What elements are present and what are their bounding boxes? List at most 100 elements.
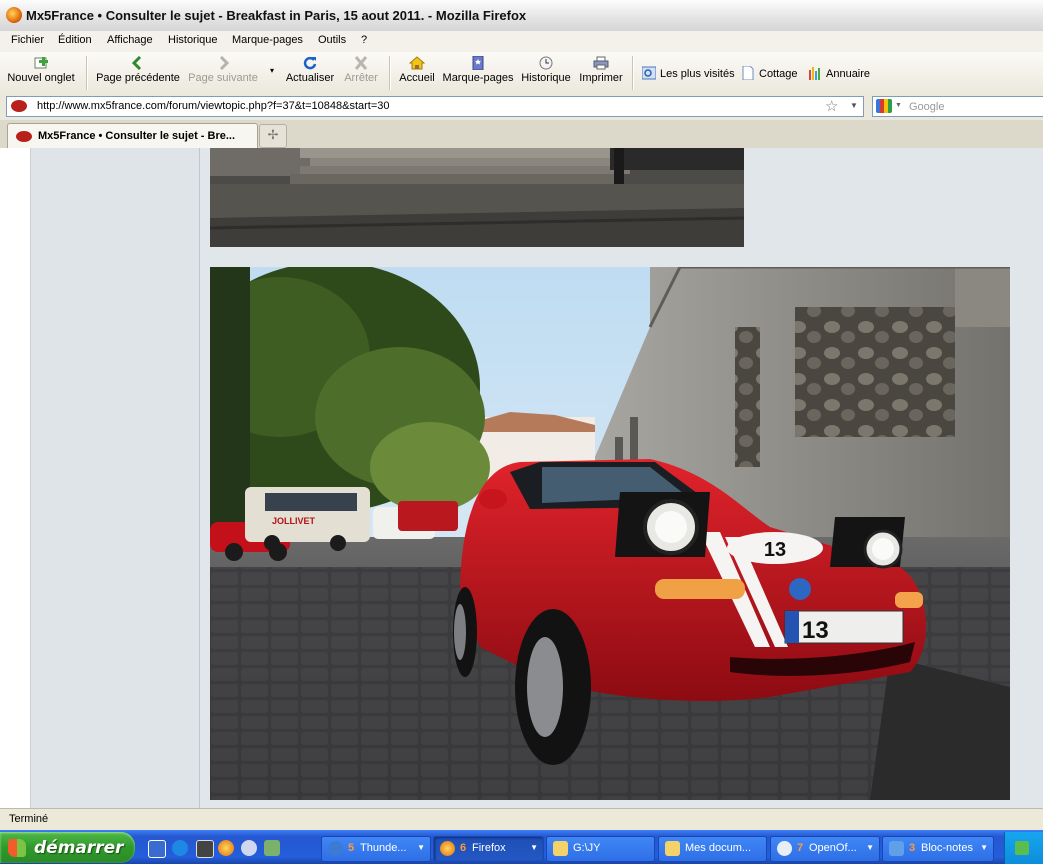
menu-help[interactable]: ? [361, 34, 367, 46]
bookmark-annuaire-label: Annuaire [826, 68, 871, 80]
home-button[interactable]: Accueil [398, 52, 436, 84]
tray-network-icon[interactable] [1015, 841, 1029, 855]
search-bar[interactable]: ▼ Google [872, 96, 1043, 117]
stop-label: Arrêter [344, 72, 378, 84]
menu-affichage[interactable]: Affichage [107, 34, 153, 46]
quicklaunch-media-icon[interactable] [196, 840, 214, 858]
reload-icon [303, 56, 317, 70]
navigation-toolbar: Nouvel onglet Page précédente Page suiva… [0, 52, 1043, 95]
thunderbird-icon [328, 841, 343, 856]
bookmarks-icon [472, 56, 484, 70]
windows-logo-icon [8, 839, 26, 857]
task-label: G:\JY [573, 842, 601, 854]
task-label: OpenOf... [809, 842, 857, 854]
history-button[interactable]: Historique [520, 52, 572, 84]
back-arrow-icon [131, 56, 142, 70]
task-group-arrow-icon: ▼ [417, 843, 425, 852]
history-dropdown-icon[interactable]: ▾ [268, 66, 276, 75]
task-thunderbird[interactable]: 5 Thunde... ▼ [321, 836, 431, 862]
firefox-icon [6, 7, 22, 23]
clock-icon [539, 56, 553, 70]
start-label: démarrer [34, 838, 124, 858]
task-folder-jy[interactable]: G:\JY [546, 836, 655, 862]
windows-taskbar: démarrer 5 Thunde... ▼ 6 Firefox ▼ G:\JY… [0, 830, 1043, 864]
page-content[interactable]: JOLLIVET 13 13 [0, 148, 1043, 808]
task-count: 3 [909, 842, 916, 854]
menu-outils[interactable]: Outils [318, 34, 346, 46]
stop-icon [354, 56, 368, 70]
task-firefox[interactable]: 6 Firefox ▼ [433, 836, 544, 862]
bookmark-most-visited[interactable]: Les plus visités [642, 66, 735, 80]
status-bar: Terminé [0, 808, 1043, 831]
annuaire-icon [809, 67, 820, 80]
tab-favicon [16, 131, 32, 142]
task-group-arrow-icon: ▼ [980, 843, 988, 852]
race-number: 13 [764, 539, 786, 561]
menu-historique[interactable]: Historique [168, 34, 218, 46]
task-group-arrow-icon: ▼ [866, 843, 874, 852]
search-input[interactable]: Google [909, 101, 944, 113]
star-bookmark-icon[interactable]: ☆ [825, 97, 838, 115]
new-tab-icon [34, 57, 48, 69]
back-label: Page précédente [96, 72, 180, 84]
menu-marque-pages[interactable]: Marque-pages [232, 34, 303, 46]
forward-button[interactable]: Page suivante [186, 52, 260, 84]
bookmarks-label: Marque-pages [442, 72, 514, 84]
new-tab-button[interactable]: Nouvel onglet [6, 52, 76, 84]
task-openoffice[interactable]: 7 OpenOf... ▼ [770, 836, 880, 862]
bookmarks-button[interactable]: Marque-pages [442, 52, 514, 84]
license-plate-number: 13 [802, 617, 829, 644]
page-icon [742, 66, 754, 80]
smart-bookmark-icon [642, 66, 656, 80]
back-button[interactable]: Page précédente [94, 52, 182, 84]
tab-mx5france[interactable]: Mx5France • Consulter le sujet - Bre... [7, 123, 258, 149]
title-bar: Mx5France • Consulter le sujet - Breakfa… [0, 0, 1043, 32]
address-toolbar: http://www.mx5france.com/forum/viewtopic… [0, 94, 1043, 121]
task-mes-documents[interactable]: Mes docum... [658, 836, 767, 862]
bookmark-cottage[interactable]: Cottage [741, 66, 798, 80]
url-bar[interactable]: http://www.mx5france.com/forum/viewtopic… [6, 96, 864, 117]
task-label: Thunde... [360, 842, 407, 854]
quicklaunch-firefox-icon[interactable] [218, 840, 234, 856]
google-icon[interactable] [876, 99, 892, 113]
stop-button[interactable]: Arrêter [340, 52, 382, 84]
menu-bar: Fichier Édition Affichage Historique Mar… [0, 31, 1043, 53]
new-tab-plus-button[interactable]: ✢ [259, 124, 287, 148]
notepad-icon [889, 841, 904, 856]
url-input[interactable]: http://www.mx5france.com/forum/viewtopic… [37, 100, 390, 112]
print-button[interactable]: Imprimer [578, 52, 624, 84]
url-dropdown-icon[interactable]: ▼ [850, 101, 858, 110]
start-button[interactable]: démarrer [0, 832, 135, 863]
folder-icon [553, 841, 568, 856]
forward-arrow-icon [219, 56, 230, 70]
forward-label: Page suivante [188, 72, 258, 84]
status-text: Terminé [9, 813, 49, 825]
task-label: Bloc-notes [921, 842, 973, 854]
menu-fichier[interactable]: Fichier [11, 34, 44, 46]
bookmark-cottage-label: Cottage [759, 68, 798, 80]
firefox-task-icon [440, 841, 455, 856]
post-photo-steps [210, 148, 744, 247]
quicklaunch-player-icon[interactable] [241, 840, 257, 856]
task-label: Firefox [472, 842, 506, 854]
task-bloc-notes[interactable]: 3 Bloc-notes ▼ [882, 836, 994, 862]
bookmark-annuaire[interactable]: Annuaire [808, 66, 870, 80]
reload-label: Actualiser [285, 72, 335, 84]
page-left-margin [0, 148, 31, 808]
task-group-arrow-icon: ▼ [530, 843, 538, 852]
post-photo-red-mx5: JOLLIVET 13 13 [210, 267, 1010, 800]
home-icon [409, 56, 425, 70]
reload-button[interactable]: Actualiser [284, 52, 336, 84]
task-count: 6 [460, 842, 467, 854]
quicklaunch-desktop-icon[interactable] [148, 840, 166, 858]
task-label: Mes docum... [685, 842, 752, 854]
bookmark-most-visited-label: Les plus visités [660, 68, 735, 80]
system-tray [1004, 832, 1043, 864]
quicklaunch-ie-icon[interactable] [172, 840, 188, 856]
task-count: 7 [797, 842, 804, 854]
menu-edition[interactable]: Édition [58, 34, 92, 46]
search-engine-dropdown-icon[interactable]: ▼ [895, 102, 902, 109]
quicklaunch-app-icon[interactable] [264, 840, 280, 856]
home-label: Accueil [399, 72, 435, 84]
post-author-column [31, 148, 200, 808]
